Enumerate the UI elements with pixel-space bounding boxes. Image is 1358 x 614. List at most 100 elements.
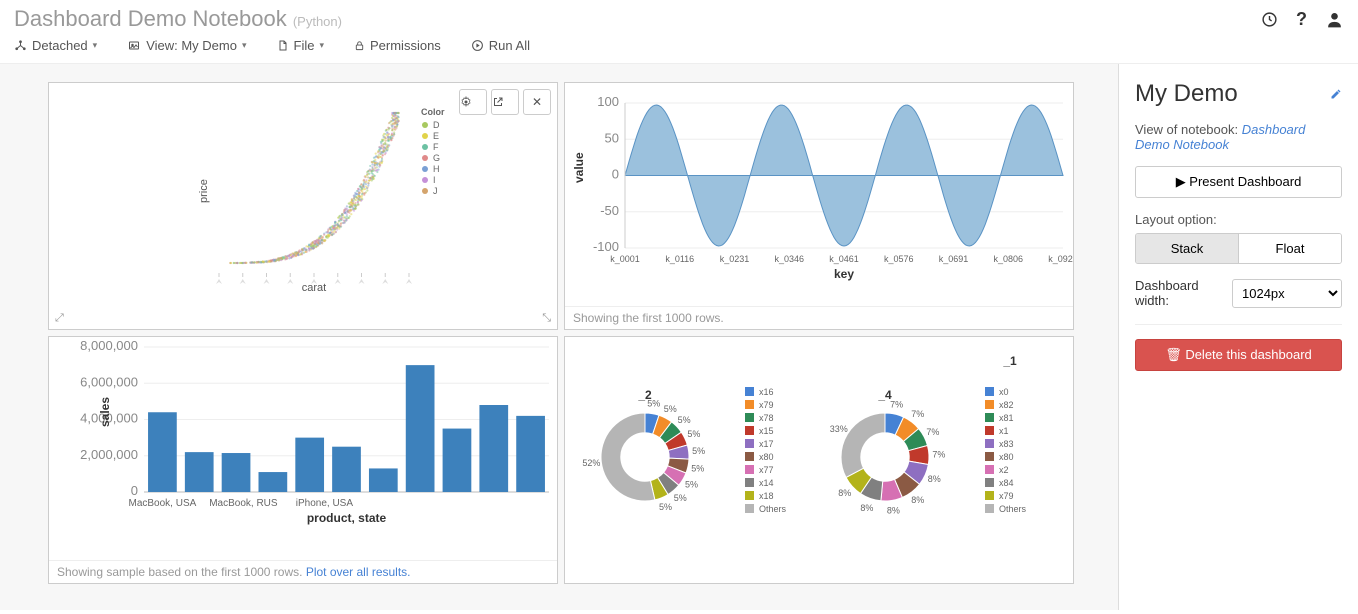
svg-text:_1: _1 [1002, 354, 1017, 368]
svg-text:-50: -50 [600, 203, 619, 218]
svg-text:value: value [572, 152, 586, 183]
chevron-down-icon: ▾ [319, 40, 324, 51]
svg-text:carat: carat [302, 282, 326, 294]
svg-text:MacBook, USA: MacBook, USA [129, 498, 197, 509]
svg-text:key: key [834, 267, 854, 281]
svg-text:Others: Others [999, 504, 1027, 514]
svg-text:x81: x81 [999, 413, 1014, 423]
svg-text:7%: 7% [932, 449, 945, 459]
svg-text:x79: x79 [999, 491, 1014, 501]
view-label: View: My Demo [146, 38, 237, 53]
svg-text:Others: Others [759, 504, 787, 514]
dashboard-name: My Demo [1135, 80, 1238, 108]
bar-footer-link[interactable]: Plot over all results. [306, 565, 411, 579]
dashboard-width-select[interactable]: 1024px [1232, 279, 1342, 308]
svg-text:0: 0 [612, 167, 619, 182]
svg-text:x18: x18 [759, 491, 774, 501]
present-dashboard-button[interactable]: ▶ Present Dashboard [1135, 166, 1342, 198]
svg-text:x84: x84 [999, 478, 1014, 488]
cluster-label: Detached [32, 38, 88, 53]
svg-text:5%: 5% [678, 415, 691, 425]
user-icon[interactable] [1325, 10, 1344, 29]
svg-text:k_0691: k_0691 [939, 254, 969, 264]
permissions-menu[interactable]: Permissions [354, 38, 441, 53]
svg-text:x80: x80 [759, 452, 774, 462]
svg-text:x17: x17 [759, 439, 774, 449]
schedule-icon[interactable] [1261, 11, 1278, 28]
panel-bar[interactable]: 02,000,0004,000,0006,000,0008,000,000Mac… [48, 336, 558, 584]
svg-text:k_0346: k_0346 [774, 254, 804, 264]
svg-text:x1: x1 [999, 426, 1009, 436]
panel-wave[interactable]: 100500-50-100k_0001k_0116k_0231k_0346k_0… [564, 82, 1074, 330]
svg-text:8%: 8% [928, 474, 941, 484]
chevron-down-icon: ▾ [242, 40, 247, 51]
svg-text:x77: x77 [759, 465, 774, 475]
svg-text:7%: 7% [926, 427, 939, 437]
svg-text:x80: x80 [999, 452, 1014, 462]
page-title: Dashboard Demo Notebook (Python) [14, 6, 342, 32]
notebook-title[interactable]: Dashboard Demo Notebook [14, 6, 287, 31]
edit-name-icon[interactable] [1330, 88, 1342, 100]
file-menu[interactable]: File ▾ [277, 38, 324, 53]
panel-pies[interactable]: _25%5%5%5%5%5%5%5%5%52%_47%7%7%7%8%8%8%8… [564, 336, 1074, 584]
svg-text:x82: x82 [999, 400, 1014, 410]
view-of-label: View of notebook: [1135, 122, 1238, 137]
svg-text:D: D [433, 120, 440, 130]
layout-option-label: Layout option: [1135, 212, 1342, 227]
permissions-label: Permissions [370, 38, 441, 53]
wave-footer: Showing the first 1000 rows. [565, 306, 1073, 329]
svg-text:G: G [433, 153, 440, 163]
svg-text:k_0001: k_0001 [610, 254, 640, 264]
expand-icon[interactable]: ⤢ [55, 312, 64, 325]
file-label: File [294, 38, 315, 53]
svg-text:50: 50 [605, 130, 619, 145]
layout-float-button[interactable]: Float [1238, 234, 1341, 263]
svg-text:5%: 5% [687, 429, 700, 439]
svg-text:x83: x83 [999, 439, 1014, 449]
runall-button[interactable]: Run All [471, 38, 530, 53]
svg-text:5%: 5% [685, 480, 698, 490]
svg-text:7%: 7% [890, 399, 903, 409]
dashboard-width-label: Dashboard width: [1135, 278, 1224, 308]
svg-text:8%: 8% [838, 488, 851, 498]
panel-scatter[interactable]: ✕ caratpriceColorDEFGHIJ ⤢ ⤡ [48, 82, 558, 330]
layout-stack-button[interactable]: Stack [1136, 234, 1238, 263]
svg-text:k_0806: k_0806 [993, 254, 1023, 264]
view-menu[interactable]: View: My Demo ▾ [127, 38, 246, 53]
svg-text:5%: 5% [674, 493, 687, 503]
svg-text:6,000,000: 6,000,000 [80, 374, 138, 389]
panel-popout-button[interactable] [491, 89, 519, 115]
svg-text:100: 100 [597, 94, 619, 109]
bar-footer: Showing sample based on the first 1000 r… [49, 560, 557, 583]
svg-text:5%: 5% [692, 446, 705, 456]
svg-text:-100: -100 [593, 239, 619, 254]
panel-close-button[interactable]: ✕ [523, 89, 551, 115]
svg-text:0: 0 [131, 483, 138, 498]
svg-text:5%: 5% [664, 404, 677, 414]
svg-text:MacBook, RUS: MacBook, RUS [209, 498, 278, 509]
svg-text:price: price [198, 179, 210, 203]
svg-text:7%: 7% [911, 409, 924, 419]
delete-dashboard-button[interactable]: 🗑 Delete this dashboard [1135, 339, 1342, 371]
panel-settings-button[interactable] [459, 89, 487, 115]
svg-text:k_0461: k_0461 [829, 254, 859, 264]
help-icon[interactable]: ? [1296, 9, 1307, 30]
runall-label: Run All [489, 38, 530, 53]
svg-text:5%: 5% [659, 502, 672, 512]
svg-text:x0: x0 [999, 387, 1009, 397]
svg-text:8%: 8% [860, 503, 873, 513]
expand-icon[interactable]: ⤡ [542, 312, 551, 325]
svg-text:x79: x79 [759, 400, 774, 410]
layout-option-toggle[interactable]: Stack Float [1135, 233, 1342, 264]
svg-text:product, state: product, state [307, 511, 387, 525]
svg-text:5%: 5% [647, 399, 660, 409]
svg-text:k_0921: k_0921 [1048, 254, 1073, 264]
cluster-menu[interactable]: Detached ▾ [14, 38, 97, 53]
svg-text:x78: x78 [759, 413, 774, 423]
svg-text:x14: x14 [759, 478, 774, 488]
svg-text:Color: Color [421, 107, 445, 117]
svg-text:52%: 52% [582, 458, 600, 468]
svg-text:33%: 33% [830, 424, 848, 434]
svg-text:k_0116: k_0116 [665, 254, 694, 264]
svg-text:8%: 8% [887, 505, 900, 515]
